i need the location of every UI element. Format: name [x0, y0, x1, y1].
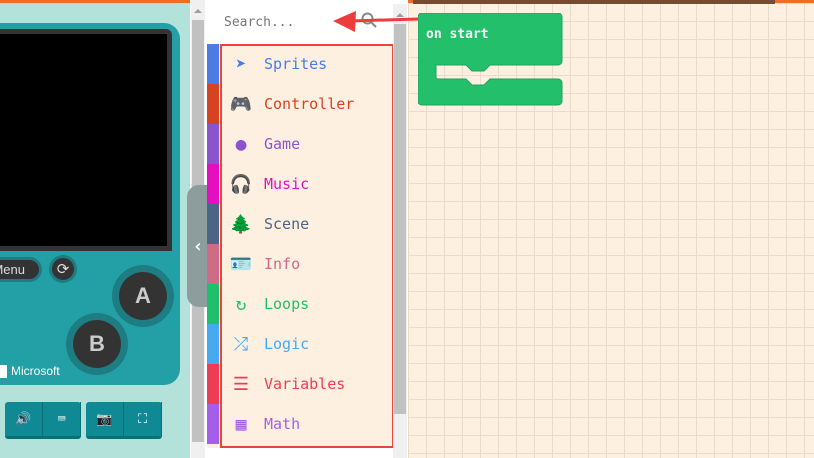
category-variables[interactable]: ☰ Variables	[207, 364, 393, 404]
category-math[interactable]: ▦ Math	[207, 404, 393, 444]
simulator-panel: Menu ⟳ A B Microsoft 🔊⌨ 📷⛶	[0, 0, 190, 458]
category-stripe	[207, 364, 219, 404]
category-label: Variables	[264, 375, 346, 393]
category-stripe	[207, 284, 219, 324]
category-loops[interactable]: ↻ Loops	[207, 284, 393, 324]
category-label: Math	[264, 415, 301, 433]
simulator-screen[interactable]	[0, 29, 172, 251]
category-stripe	[207, 244, 219, 284]
category-stripe	[207, 124, 219, 164]
microsoft-logo: Microsoft	[0, 364, 60, 378]
collapse-simulator-button[interactable]: ‹	[187, 185, 209, 307]
b-button[interactable]: B	[66, 313, 128, 375]
chevron-left-icon: ‹	[192, 235, 204, 257]
category-stripe	[207, 404, 219, 444]
toolbar-group-1: 🔊 ⌨	[5, 402, 81, 439]
category-controller[interactable]: 🎮 Controller	[207, 84, 393, 124]
search-placeholder: Search...	[224, 15, 295, 30]
category-label: Info	[264, 255, 301, 273]
category-stripe	[207, 204, 219, 244]
id-card-icon: 🪪	[229, 253, 253, 275]
a-label: A	[119, 272, 167, 320]
category-sprites[interactable]: ➤ Sprites	[207, 44, 393, 84]
on-start-block[interactable]: on start	[417, 12, 564, 111]
tree-icon: 🌲	[229, 213, 253, 235]
circle-icon: ●	[235, 133, 247, 155]
keyboard-icon[interactable]: ⌨	[43, 402, 81, 436]
category-info[interactable]: 🪪 Info	[207, 244, 393, 284]
category-stripe	[207, 164, 219, 204]
category-label: Logic	[264, 335, 310, 353]
a-button[interactable]: A	[112, 265, 174, 327]
loop-icon: ↻	[235, 293, 247, 315]
category-label: Sprites	[264, 55, 328, 73]
category-label: Music	[264, 175, 310, 193]
category-stripe	[207, 84, 219, 124]
category-label: Scene	[264, 215, 310, 233]
category-logic[interactable]: ⤮ Logic	[207, 324, 393, 364]
fullscreen-icon[interactable]: ⛶	[124, 402, 162, 436]
calculator-icon: ▦	[235, 413, 247, 435]
category-stripe	[207, 324, 219, 364]
screenshot-icon[interactable]: 📷	[86, 402, 124, 436]
gamepad-icon: 🎮	[229, 93, 253, 115]
toolbar-group-2: 📷 ⛶	[86, 402, 162, 439]
category-stripe	[207, 44, 219, 84]
category-scene[interactable]: 🌲 Scene	[207, 204, 393, 244]
sound-icon[interactable]: 🔊	[5, 402, 43, 436]
toolbox-scrollbar[interactable]	[393, 4, 407, 458]
menu-button[interactable]: Menu	[0, 257, 42, 282]
paper-plane-icon: ➤	[235, 53, 247, 75]
annotation-arrow	[333, 11, 419, 32]
category-label: Controller	[264, 95, 355, 113]
category-game[interactable]: ● Game	[207, 124, 393, 164]
category-label: Loops	[264, 295, 310, 313]
restart-icon[interactable]: ⟳	[49, 255, 77, 283]
b-label: B	[73, 320, 121, 368]
toolbox: Search... ➤ Sprites 🎮 Controller ● Game 🎧 Music…	[207, 4, 408, 458]
shuffle-icon: ⤮	[233, 333, 249, 355]
category-music[interactable]: 🎧 Music	[207, 164, 393, 204]
headphones-icon: 🎧	[229, 173, 253, 195]
category-label: Game	[264, 135, 301, 153]
block-label: on start	[426, 27, 489, 42]
workspace-top-bar	[413, 0, 775, 4]
list-icon: ☰	[232, 373, 250, 395]
category-list: ➤ Sprites 🎮 Controller ● Game 🎧 Music 🌲 Scene 🪪 Inf…	[207, 44, 393, 448]
